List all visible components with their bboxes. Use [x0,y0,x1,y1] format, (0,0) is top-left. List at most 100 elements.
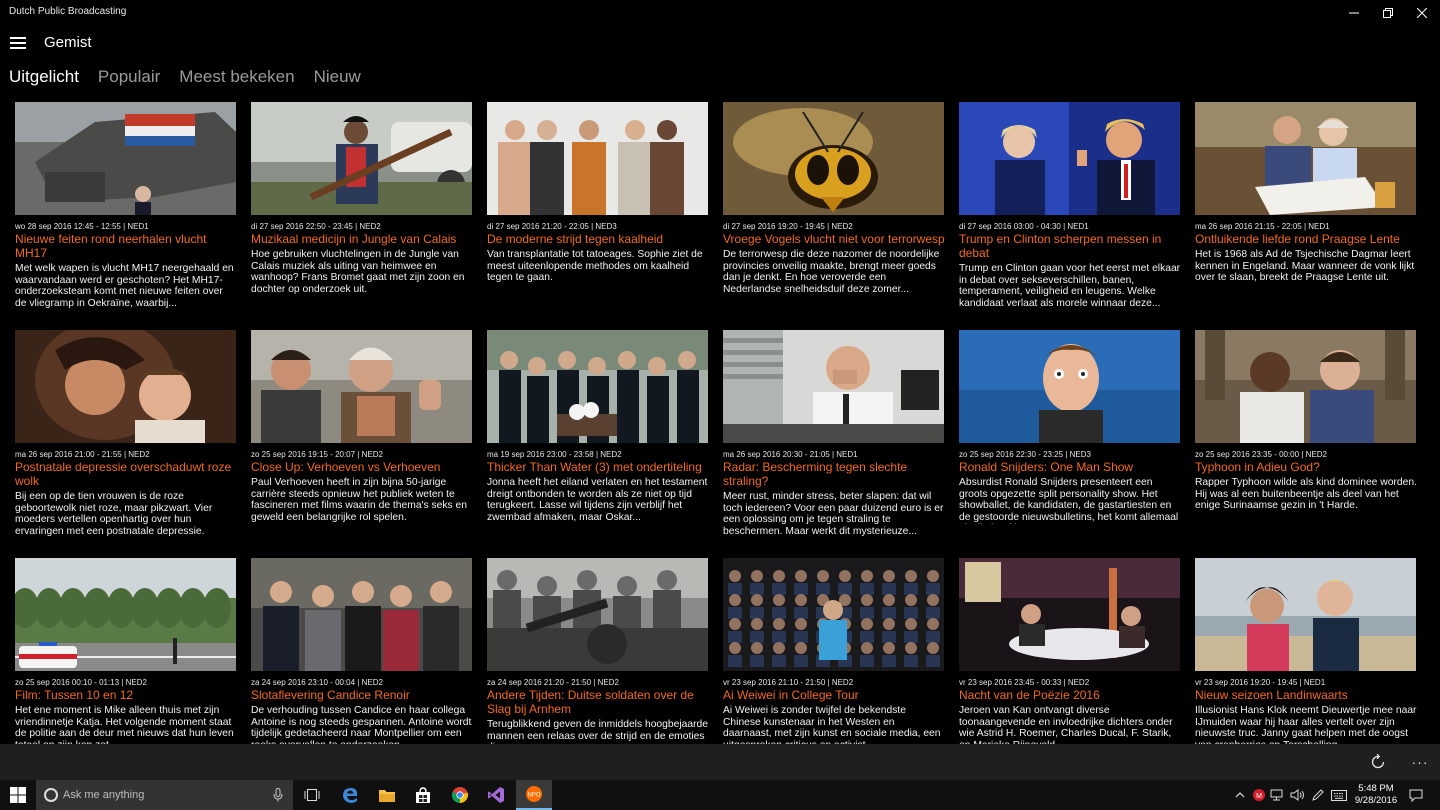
episode-card[interactable]: zo 25 sep 2016 22:30 - 23:25 | NED3 Ronal… [959,330,1181,552]
episode-description: Bij een op de tien vrouwen is de roze ge… [15,491,213,537]
episode-card[interactable]: ma 26 sep 2016 21:15 - 22:05 | NED1 Ontlu… [1195,102,1417,324]
episode-card[interactable]: zo 25 sep 2016 23:35 - 00:00 | NED2 Typho… [1195,330,1417,552]
pivot-tabs: Uitgelicht Populair Meest bekeken Nieuw [9,67,361,87]
episode-thumbnail[interactable] [251,102,472,215]
episode-card[interactable]: zo 25 sep 2016 19:15 - 20:07 | NED2 Close… [251,330,473,552]
episode-thumbnail[interactable] [15,558,236,671]
pen-icon[interactable] [1308,780,1328,810]
episode-thumbnail[interactable] [487,558,708,671]
episode-thumbnail[interactable] [959,102,1180,215]
episode-card[interactable]: wo 28 sep 2016 12:45 - 12:55 | NED1 Nieuw… [15,102,237,324]
tab-populair[interactable]: Populair [98,67,160,87]
show-hidden-icons-icon[interactable] [1232,780,1248,810]
episode-title[interactable]: Nacht van de Poëzie 2016 [959,688,1181,703]
search-input[interactable]: Ask me anything [63,789,144,801]
episode-title[interactable]: Typhoon in Adieu God? [1195,460,1417,475]
episode-title[interactable]: Close Up: Verhoeven vs Verhoeven [251,460,473,475]
more-icon[interactable]: ··· [1410,754,1430,770]
episode-thumbnail[interactable] [723,558,944,671]
tab-nieuw[interactable]: Nieuw [314,67,361,87]
restore-icon [1383,8,1393,18]
tab-uitgelicht[interactable]: Uitgelicht [9,67,79,87]
episode-thumbnail[interactable] [487,102,708,215]
episode-title[interactable]: Thicker Than Water (3) met ondertiteling [487,460,709,475]
episode-title[interactable]: Muzikaal medicijn in Jungle van Calais [251,232,473,247]
episode-thumbnail[interactable] [487,330,708,443]
episode-broadcast-info: ma 26 sep 2016 20:30 - 21:05 | NED1 [723,450,858,459]
episode-title[interactable]: Postnatale depressie overschaduwt roze w… [15,460,237,488]
microphone-icon[interactable] [273,788,283,802]
episode-broadcast-info: ma 26 sep 2016 21:15 - 22:05 | NED1 [1195,222,1330,231]
episode-card[interactable]: di 27 sep 2016 22:50 - 23:45 | NED2 Muzik… [251,102,473,324]
episode-thumbnail[interactable] [959,558,1180,671]
start-button[interactable] [0,780,36,810]
episode-title[interactable]: De moderne strijd tegen kaalheid [487,232,709,247]
edge-icon[interactable] [332,780,368,810]
npo-app-icon[interactable]: NPO [516,780,552,810]
episode-title[interactable]: Film: Tussen 10 en 12 [15,688,237,703]
close-button[interactable] [1405,0,1439,26]
episode-thumbnail[interactable] [1195,102,1416,215]
volume-icon[interactable] [1288,780,1308,810]
episode-thumbnail[interactable] [959,330,1180,443]
episode-title[interactable]: Andere Tijden: Duitse soldaten over de S… [487,688,709,716]
episode-thumbnail[interactable] [723,330,944,443]
comedian-portrait-image [959,330,1180,443]
episode-thumbnail[interactable] [251,330,472,443]
episode-card[interactable]: vr 23 sep 2016 19:20 - 19:45 | NED1 Nieuw… [1195,558,1417,744]
episode-card[interactable]: ma 26 sep 2016 20:30 - 21:05 | NED1 Radar… [723,330,945,552]
episode-title[interactable]: Nieuw seizoen Landinwaarts [1195,688,1417,703]
episode-title[interactable]: Trump en Clinton scherpen messen in deba… [959,232,1181,260]
episode-card[interactable]: vr 23 sep 2016 21:10 - 21:50 | NED2 Ai We… [723,558,945,744]
network-icon[interactable] [1268,780,1288,810]
episode-description: Illusionist Hans Klok neemt Dieuwertje m… [1195,705,1417,744]
episode-card[interactable]: di 27 sep 2016 19:20 - 19:45 | NED2 Vroeg… [723,102,945,324]
episode-card[interactable]: di 27 sep 2016 03:00 - 04:30 | NED1 Trump… [959,102,1181,324]
windows-logo-icon [10,787,26,803]
episode-title[interactable]: Ontluikende liefde rond Praagse Lente [1195,232,1417,247]
action-center-icon[interactable] [1404,780,1428,810]
restore-button[interactable] [1371,0,1405,26]
episode-broadcast-info: vr 23 sep 2016 23:45 - 00:33 | NED2 [959,678,1090,687]
episode-thumbnail[interactable] [723,102,944,215]
taskbar-clock[interactable]: 5:48 PM 9/28/2016 [1350,783,1402,807]
hamburger-menu-icon[interactable] [10,37,26,49]
episode-title[interactable]: Nieuwe feiten rond neerhalen vlucht MH17 [15,232,237,260]
episode-broadcast-info: zo 25 sep 2016 19:15 - 20:07 | NED2 [251,450,383,459]
episode-card[interactable]: ma 19 sep 2016 23:00 - 23:58 | NED2 Thick… [487,330,709,552]
episode-card[interactable]: za 24 sep 2016 23:10 - 00:04 | NED2 Slota… [251,558,473,744]
refresh-icon[interactable] [1369,753,1387,771]
tab-meest-bekeken[interactable]: Meest bekeken [179,67,294,87]
file-explorer-icon[interactable] [369,780,405,810]
episode-title[interactable]: Slotaflevering Candice Renoir [251,688,473,703]
episode-title[interactable]: Radar: Bescherming tegen slechte stralin… [723,460,945,488]
two-women-at-beach-image [1195,558,1416,671]
episode-card[interactable]: vr 23 sep 2016 23:45 - 00:33 | NED2 Nacht… [959,558,1181,744]
man-at-desk-image [723,330,944,443]
episode-card[interactable]: za 24 sep 2016 21:20 - 21:50 | NED2 Ander… [487,558,709,744]
funeral-procession-image [487,330,708,443]
episode-title[interactable]: Vroege Vogels vlucht niet voor terrorwes… [723,232,945,247]
minimize-icon [1349,12,1359,14]
minimize-button[interactable] [1337,0,1371,26]
cortana-search-box[interactable]: Ask me anything [36,780,293,810]
keyboard-icon[interactable] [1328,780,1350,810]
episode-card[interactable]: di 27 sep 2016 21:20 - 22:05 | NED3 De mo… [487,102,709,324]
episode-thumbnail[interactable] [251,558,472,671]
episode-thumbnail[interactable] [1195,330,1416,443]
store-icon[interactable] [405,780,441,810]
clock-time: 5:48 PM [1358,783,1394,794]
antivirus-icon[interactable]: M [1250,780,1268,810]
episode-card[interactable]: ma 26 sep 2016 21:00 - 21:55 | NED2 Postn… [15,330,237,552]
episode-title[interactable]: Ronald Snijders: One Man Show [959,460,1181,475]
chrome-icon[interactable] [442,780,478,810]
episode-description: Trump en Clinton gaan voor het eerst met… [959,263,1181,309]
episode-thumbnail[interactable] [15,102,236,215]
task-view-icon[interactable] [294,780,330,810]
episode-thumbnail[interactable] [1195,558,1416,671]
episode-card[interactable]: zo 25 sep 2016 00:10 - 01:13 | NED2 Film:… [15,558,237,744]
episode-description: Het is 1968 als Ad de Tsjechische Dagmar… [1195,249,1415,284]
episode-thumbnail[interactable] [15,330,236,443]
episode-title[interactable]: Ai Weiwei in College Tour [723,688,945,703]
visual-studio-icon[interactable] [478,780,514,810]
